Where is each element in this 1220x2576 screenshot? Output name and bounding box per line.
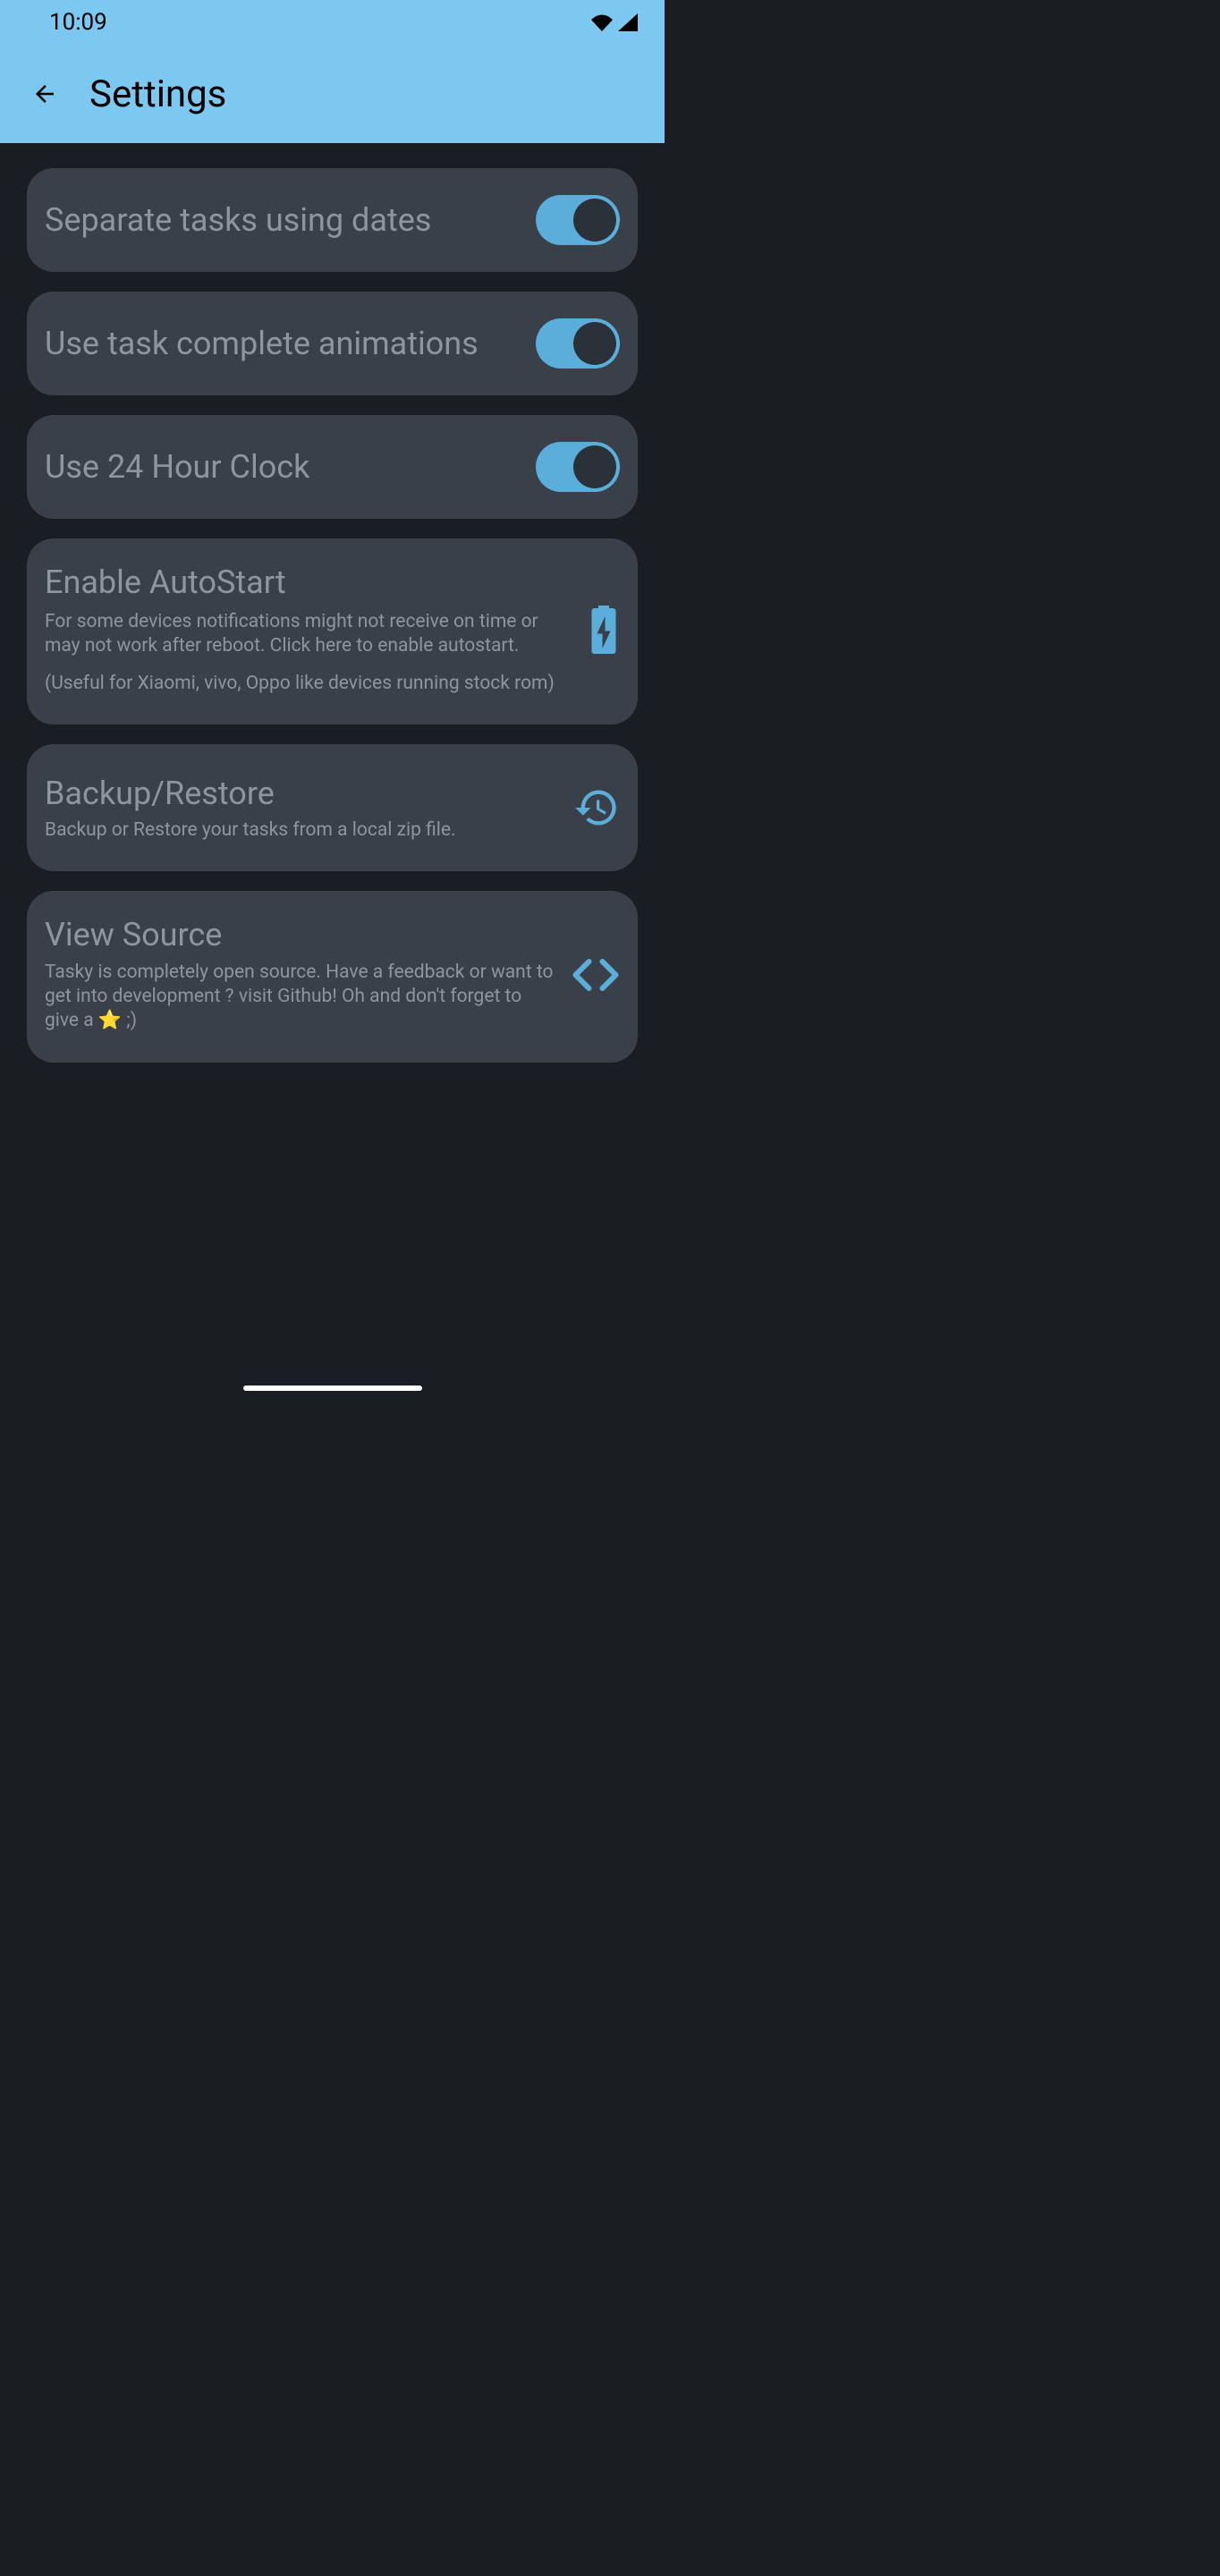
backup-description: Backup or Restore your tasks from a loca… [45,819,555,841]
setting-label: Use 24 Hour Clock [45,448,309,486]
status-icons [591,13,638,31]
toggle-knob [573,445,616,488]
status-bar: 10:09 [0,0,665,45]
toggle-complete-animations[interactable] [536,318,620,369]
autostart-title: Enable AutoStart [45,564,570,601]
signal-icon [618,13,638,31]
code-icon [572,959,620,991]
header: Settings [0,45,665,143]
setting-label: Use task complete animations [45,325,479,362]
page-title: Settings [89,72,226,116]
toggle-knob [573,199,616,242]
status-time: 10:09 [49,9,107,36]
wifi-icon [591,13,613,31]
arrow-left-icon [31,80,58,107]
backup-text: Backup/Restore Backup or Restore your ta… [45,775,555,841]
battery-charging-icon [588,606,620,654]
setting-label: Separate tasks using dates [45,201,431,239]
restore-icon [573,784,620,831]
content: Separate tasks using dates Use task comp… [0,143,665,1088]
source-card[interactable]: View Source Tasky is completely open sou… [27,891,638,1063]
autostart-text: Enable AutoStart For some devices notifi… [45,564,570,696]
source-text: View Source Tasky is completely open sou… [45,916,554,1034]
setting-24hour-clock[interactable]: Use 24 Hour Clock [27,415,638,519]
toggle-24hour-clock[interactable] [536,442,620,492]
setting-separate-dates[interactable]: Separate tasks using dates [27,168,638,272]
toggle-separate-dates[interactable] [536,195,620,245]
source-title: View Source [45,916,554,953]
autostart-description: For some devices notifications might not… [45,610,570,659]
back-button[interactable] [27,76,63,112]
toggle-knob [573,322,616,365]
backup-card[interactable]: Backup/Restore Backup or Restore your ta… [27,744,638,871]
source-description: Tasky is completely open source. Have a … [45,961,554,1034]
autostart-card[interactable]: Enable AutoStart For some devices notifi… [27,538,638,724]
setting-complete-animations[interactable]: Use task complete animations [27,292,638,395]
backup-title: Backup/Restore [45,775,555,812]
home-indicator[interactable] [243,1385,422,1391]
autostart-note: (Useful for Xiaomi, vivo, Oppo like devi… [45,672,570,696]
